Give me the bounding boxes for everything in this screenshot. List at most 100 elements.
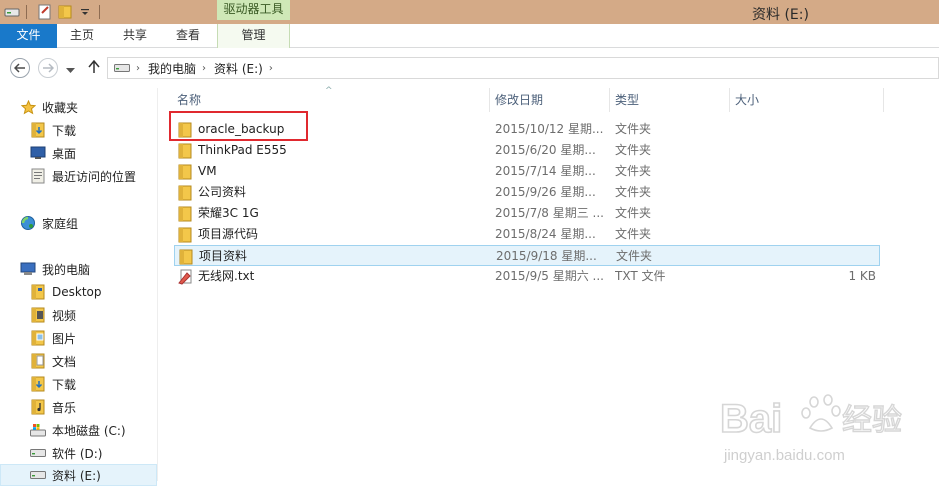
watermark-url: jingyan.baidu.com: [723, 447, 845, 464]
table-row[interactable]: 项目源代码 2015/8/24 星期... 文件夹: [174, 224, 880, 245]
table-row[interactable]: VM 2015/7/14 星期... 文件夹: [174, 161, 880, 182]
file-name: ThinkPad E555: [198, 143, 287, 157]
sidebar-item-pictures[interactable]: 图片: [0, 327, 157, 349]
sidebar-item-drive-d[interactable]: 软件 (D:): [0, 442, 157, 464]
sidebar-item-favorites[interactable]: 收藏夹: [0, 96, 157, 118]
column-header-type[interactable]: 类型: [609, 88, 729, 112]
table-row[interactable]: 荣耀3C 1G 2015/7/8 星期三 ... 文件夹: [174, 203, 880, 224]
file-size: [734, 203, 876, 224]
table-row[interactable]: 无线网.txt 2015/9/5 星期六 ... TXT 文件 1 KB: [174, 266, 880, 287]
tab-share[interactable]: 共享: [110, 24, 160, 48]
sidebar-item-downloads-pc[interactable]: 下载: [0, 373, 157, 395]
drive-icon: [30, 445, 46, 461]
file-type: 文件夹: [616, 249, 653, 263]
column-header-date[interactable]: 修改日期: [489, 88, 609, 112]
sidebar-item-label: 软件 (D:): [52, 446, 103, 461]
title-bar: 驱动器工具 资料 (E:): [0, 0, 939, 24]
text-file-icon: [178, 269, 194, 285]
sidebar-item-desktop[interactable]: 桌面: [0, 142, 157, 164]
watermark-brand: Bai: [720, 397, 782, 441]
column-header-size[interactable]: 大小: [729, 88, 883, 112]
drive-icon[interactable]: [4, 4, 20, 20]
forward-button[interactable]: [38, 58, 58, 78]
download-folder-icon: [30, 122, 46, 138]
video-folder-icon: [30, 307, 46, 323]
column-divider[interactable]: [883, 88, 884, 112]
tab-view[interactable]: 查看: [163, 24, 213, 48]
baidu-jingyan-watermark: Bai 经验 jingyan.baidu.com: [719, 394, 903, 464]
recent-locations-dropdown[interactable]: [66, 63, 75, 77]
file-size: 1 KB: [848, 269, 876, 283]
quick-access-toolbar: [0, 2, 106, 22]
music-folder-icon: [30, 399, 46, 415]
arrow-left-icon: [14, 63, 25, 73]
sidebar-item-label: 最近访问的位置: [52, 169, 137, 184]
star-icon: [20, 99, 36, 115]
drive-icon: [114, 60, 130, 76]
file-name: VM: [198, 164, 217, 178]
tab-home[interactable]: 主页: [57, 24, 107, 48]
chevron-down-icon: [66, 68, 75, 73]
sidebar-item-desktop-folder[interactable]: Desktop: [0, 281, 157, 303]
documents-folder-icon: [30, 353, 46, 369]
file-size: [734, 119, 876, 140]
sidebar-item-homegroup[interactable]: 家庭组: [0, 212, 157, 234]
file-type: 文件夹: [615, 143, 652, 157]
folder-icon: [178, 185, 194, 201]
table-row[interactable]: 公司资料 2015/9/26 星期... 文件夹: [174, 182, 880, 203]
sidebar-item-my-computer[interactable]: 我的电脑: [0, 258, 157, 280]
file-type: 文件夹: [615, 185, 652, 199]
new-folder-icon[interactable]: [57, 4, 73, 20]
arrow-right-icon: [43, 63, 54, 73]
file-name: 公司资料: [198, 185, 247, 199]
drive-tools-context-tab: 驱动器工具: [217, 0, 290, 20]
sidebar-item-videos[interactable]: 视频: [0, 304, 157, 326]
tab-file[interactable]: 文件: [0, 24, 57, 48]
toolbar-divider: [99, 5, 100, 19]
back-button[interactable]: [10, 58, 30, 78]
folder-icon: [178, 227, 194, 243]
folder-icon: [178, 164, 194, 180]
sidebar-item-label: 本地磁盘 (C:): [52, 423, 126, 438]
file-size: [734, 224, 876, 245]
file-type: 文件夹: [615, 122, 652, 136]
breadcrumb-drive-e[interactable]: 资料 (E:): [214, 60, 263, 77]
download-folder-icon: [30, 376, 46, 392]
file-size: [734, 161, 876, 182]
file-modified-date: 2015/9/5 星期六 ...: [495, 269, 604, 283]
up-button[interactable]: [88, 59, 100, 77]
file-size: [735, 246, 877, 267]
sidebar-item-label: 我的电脑: [42, 262, 91, 277]
sidebar-item-drive-c[interactable]: 本地磁盘 (C:): [0, 419, 157, 441]
file-size: [734, 182, 876, 203]
customize-toolbar-icon[interactable]: [77, 4, 93, 20]
sidebar-item-music[interactable]: 音乐: [0, 396, 157, 418]
ribbon-tabs: 文件 主页 共享 查看 管理: [0, 24, 939, 48]
paw-icon: [801, 394, 841, 432]
system-drive-icon: [30, 422, 46, 438]
sidebar-item-drive-e[interactable]: 资料 (E:): [0, 464, 157, 486]
file-type: 文件夹: [615, 227, 652, 241]
breadcrumb-separator-icon[interactable]: ›: [269, 63, 273, 74]
sidebar-item-label: 图片: [52, 331, 77, 346]
tab-manage[interactable]: 管理: [217, 24, 290, 48]
folder-icon: [179, 249, 195, 265]
sidebar-item-recent-places[interactable]: 最近访问的位置: [0, 165, 157, 187]
address-bar[interactable]: › 我的电脑 › 资料 (E:) ›: [107, 57, 939, 79]
pictures-folder-icon: [30, 330, 46, 346]
watermark-brand-end: 经验: [842, 403, 902, 438]
folder-icon: [178, 206, 194, 222]
sidebar-item-label: 收藏夹: [42, 100, 79, 115]
breadcrumb-my-computer[interactable]: 我的电脑: [148, 60, 196, 77]
file-modified-date: 2015/9/18 星期...: [496, 249, 597, 263]
sidebar-item-downloads[interactable]: 下载: [0, 119, 157, 141]
properties-icon[interactable]: [37, 4, 53, 20]
breadcrumb-separator-icon[interactable]: ›: [202, 63, 206, 74]
sidebar-item-documents[interactable]: 文档: [0, 350, 157, 372]
table-row[interactable]: ThinkPad E555 2015/6/20 星期... 文件夹: [174, 140, 880, 161]
window-title: 资料 (E:): [752, 7, 809, 23]
sidebar-item-label: 桌面: [52, 146, 77, 161]
column-header-name[interactable]: 名称: [171, 88, 491, 112]
arrow-up-icon: [88, 59, 100, 73]
table-row[interactable]: 项目资料 2015/9/18 星期... 文件夹: [174, 245, 880, 266]
